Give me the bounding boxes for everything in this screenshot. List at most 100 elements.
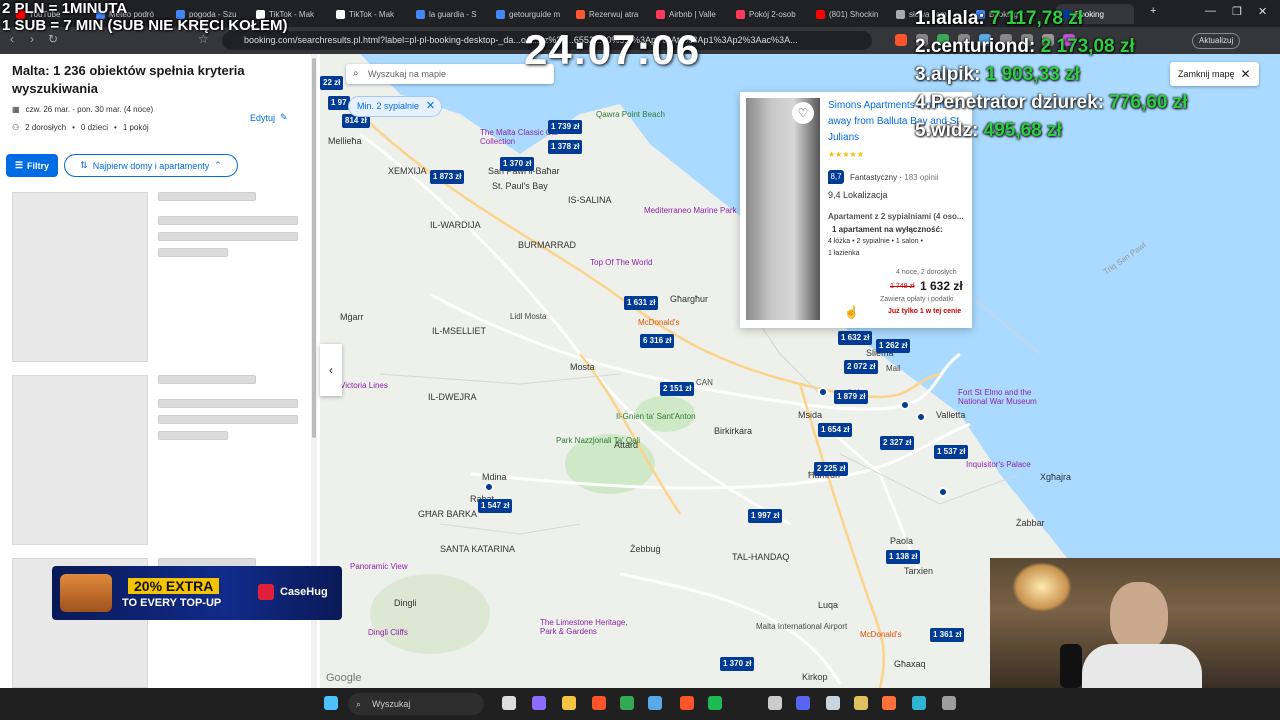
price-marker[interactable]: 1 632 zł (838, 331, 873, 345)
edit-label: Edytuj (250, 112, 276, 123)
price-marker[interactable]: 2 151 zł (660, 382, 695, 396)
price-marker[interactable]: 1 378 zł (548, 140, 583, 154)
map-poi-label[interactable]: CAN (696, 378, 713, 387)
map-town-label: Birkirkara (714, 426, 753, 436)
dot-separator: • (114, 123, 117, 132)
brave-icon[interactable] (592, 696, 606, 710)
spotify-icon[interactable] (708, 696, 722, 710)
brave-icon-2[interactable] (680, 696, 694, 710)
price-marker[interactable]: 1 547 zł (478, 499, 513, 513)
streamer-head (1110, 582, 1168, 652)
price-marker[interactable]: 1 262 zł (876, 339, 911, 353)
price-marker[interactable]: 1 654 zł (818, 423, 853, 437)
close-window-icon[interactable]: ✕ (1258, 5, 1267, 18)
price-marker[interactable]: 22 zł (320, 76, 344, 90)
remove-filter-icon[interactable]: ✕ (426, 97, 435, 116)
map-poi-label[interactable]: Qawra Point Beach (596, 110, 665, 119)
browser-tab[interactable]: (801) Shockin (810, 4, 888, 24)
steam-icon[interactable] (826, 696, 840, 710)
bookmark-icon[interactable]: ☆ (198, 32, 209, 46)
filters-button[interactable]: ☰ Filtry (6, 154, 58, 177)
price-marker[interactable]: 1 997 zł (748, 509, 783, 523)
obs-icon[interactable] (768, 696, 782, 710)
edge-icon[interactable] (912, 696, 926, 710)
map-poi-label[interactable]: Victoria Lines (340, 381, 388, 390)
location-pin-icon[interactable] (900, 400, 910, 410)
browser-tab[interactable]: Rezerwuj atra (570, 4, 648, 24)
calculator-icon[interactable] (942, 696, 956, 710)
price-marker[interactable]: 1 631 zł (624, 296, 659, 310)
back-icon[interactable]: ‹ (10, 32, 14, 46)
map-poi-label[interactable]: Top Of The World (590, 258, 652, 267)
minimize-icon[interactable]: — (1205, 5, 1216, 17)
sort-dropdown[interactable]: ⇅ Najpierw domy i apartamenty ⌃ (64, 154, 238, 177)
price-marker[interactable]: 1 361 zł (930, 628, 965, 642)
map-poi-label[interactable]: Malta International Airport (756, 622, 856, 631)
collapse-list-button[interactable]: ‹ (320, 344, 342, 396)
location-pin-icon[interactable] (818, 387, 828, 397)
brave-shield-icon[interactable] (895, 34, 907, 46)
price-marker[interactable]: 1 739 zł (548, 120, 583, 134)
map-poi-label[interactable]: McDonald's (638, 318, 680, 327)
price-marker[interactable]: 1 537 zł (934, 445, 969, 459)
location-pin-icon[interactable] (916, 412, 926, 422)
forward-icon[interactable]: › (30, 32, 34, 46)
map-poi-label[interactable]: Lidl Mosta (510, 312, 546, 321)
map-search-input[interactable]: ⌕ Wyszukaj na mapie (346, 64, 554, 84)
map-poi-label[interactable]: Panoramic View (350, 562, 408, 571)
map-poi-label[interactable]: Park Nazzjonali Ta' Qali (556, 436, 656, 445)
map-poi-label[interactable]: Inquisitor's Palace (966, 460, 1031, 469)
map-poi-label[interactable]: McDonald's (860, 630, 902, 639)
filter-chip-bedrooms[interactable]: Min. 2 sypialnie ✕ (348, 96, 443, 117)
copilot-icon[interactable] (532, 696, 546, 710)
price-marker[interactable]: 1 370 zł (500, 157, 535, 171)
browser-tab[interactable]: getourguide m (490, 4, 568, 24)
chrome-icon[interactable] (620, 696, 634, 710)
heart-icon[interactable]: ♡ (792, 102, 814, 124)
price-marker[interactable]: 1 370 zł (720, 657, 755, 671)
map-poi-label[interactable]: Il-Ġnien ta' Sant'Anton (616, 412, 716, 421)
update-button[interactable]: Aktualizuj (1192, 33, 1241, 49)
edit-search-button[interactable]: Edytuj ✎ (250, 112, 288, 123)
notes-icon[interactable] (854, 696, 868, 710)
browser-tab[interactable]: TikTok - Mak (330, 4, 408, 24)
fees-note: Zawiera opłaty i podatki (880, 296, 954, 303)
sponsor-banner[interactable]: 20% EXTRA TO EVERY TOP-UP CaseHug (52, 566, 342, 620)
price-marker[interactable]: 2 327 zł (880, 436, 915, 450)
explorer-icon[interactable] (562, 696, 576, 710)
maximize-icon[interactable]: ❐ (1232, 5, 1242, 18)
taskbar-search[interactable]: ⌕ Wyszukaj (348, 693, 484, 715)
price-marker[interactable]: 2 225 zł (814, 462, 849, 476)
task-view-icon[interactable] (502, 696, 516, 710)
map-poi-label[interactable]: Fort St Elmo and the National War Museum (958, 388, 1058, 406)
price-marker[interactable]: 1 97 (328, 96, 350, 110)
scrollbar-thumb[interactable] (312, 58, 316, 438)
tab-favicon-icon (896, 9, 905, 19)
price-marker[interactable]: 6 316 zł (640, 334, 675, 348)
location-pin-icon[interactable] (484, 482, 494, 492)
map-poi-label[interactable]: The Limestone Heritage, Park & Gardens (540, 618, 640, 636)
search-icon: ⌕ (353, 68, 359, 79)
property-photo[interactable] (746, 98, 820, 320)
treasure-chest-icon (60, 574, 112, 612)
browser-tab[interactable]: Airbnb | Valle (650, 4, 728, 24)
firefox-icon[interactable] (882, 696, 896, 710)
close-map-button[interactable]: Zamknij mapę ✕ (1170, 62, 1259, 86)
browser-tab[interactable]: Pokój 2-osob (730, 4, 808, 24)
price-marker[interactable]: 1 873 zł (430, 170, 465, 184)
sort-label: Najpierw domy i apartamenty (92, 160, 210, 171)
new-tab-icon[interactable]: + (1150, 5, 1156, 17)
reload-icon[interactable]: ↻ (48, 32, 58, 46)
app-icon[interactable] (648, 696, 662, 710)
windows-icon[interactable] (324, 696, 338, 710)
location-pin-icon[interactable] (938, 487, 948, 497)
price-marker[interactable]: 1 879 zł (834, 390, 869, 404)
map-poi-label[interactable]: Dingli Cliffs (368, 628, 408, 637)
map-poi-label[interactable]: Mediterraneo Marine Park (644, 206, 744, 215)
price-marker[interactable]: 2 072 zł (844, 360, 879, 374)
skeleton-line (158, 216, 298, 225)
map-poi-label[interactable]: Mall (886, 364, 901, 373)
discord-icon[interactable] (796, 696, 810, 710)
browser-tab[interactable]: la guardia - S (410, 4, 488, 24)
price-marker[interactable]: 1 138 zł (886, 550, 921, 564)
